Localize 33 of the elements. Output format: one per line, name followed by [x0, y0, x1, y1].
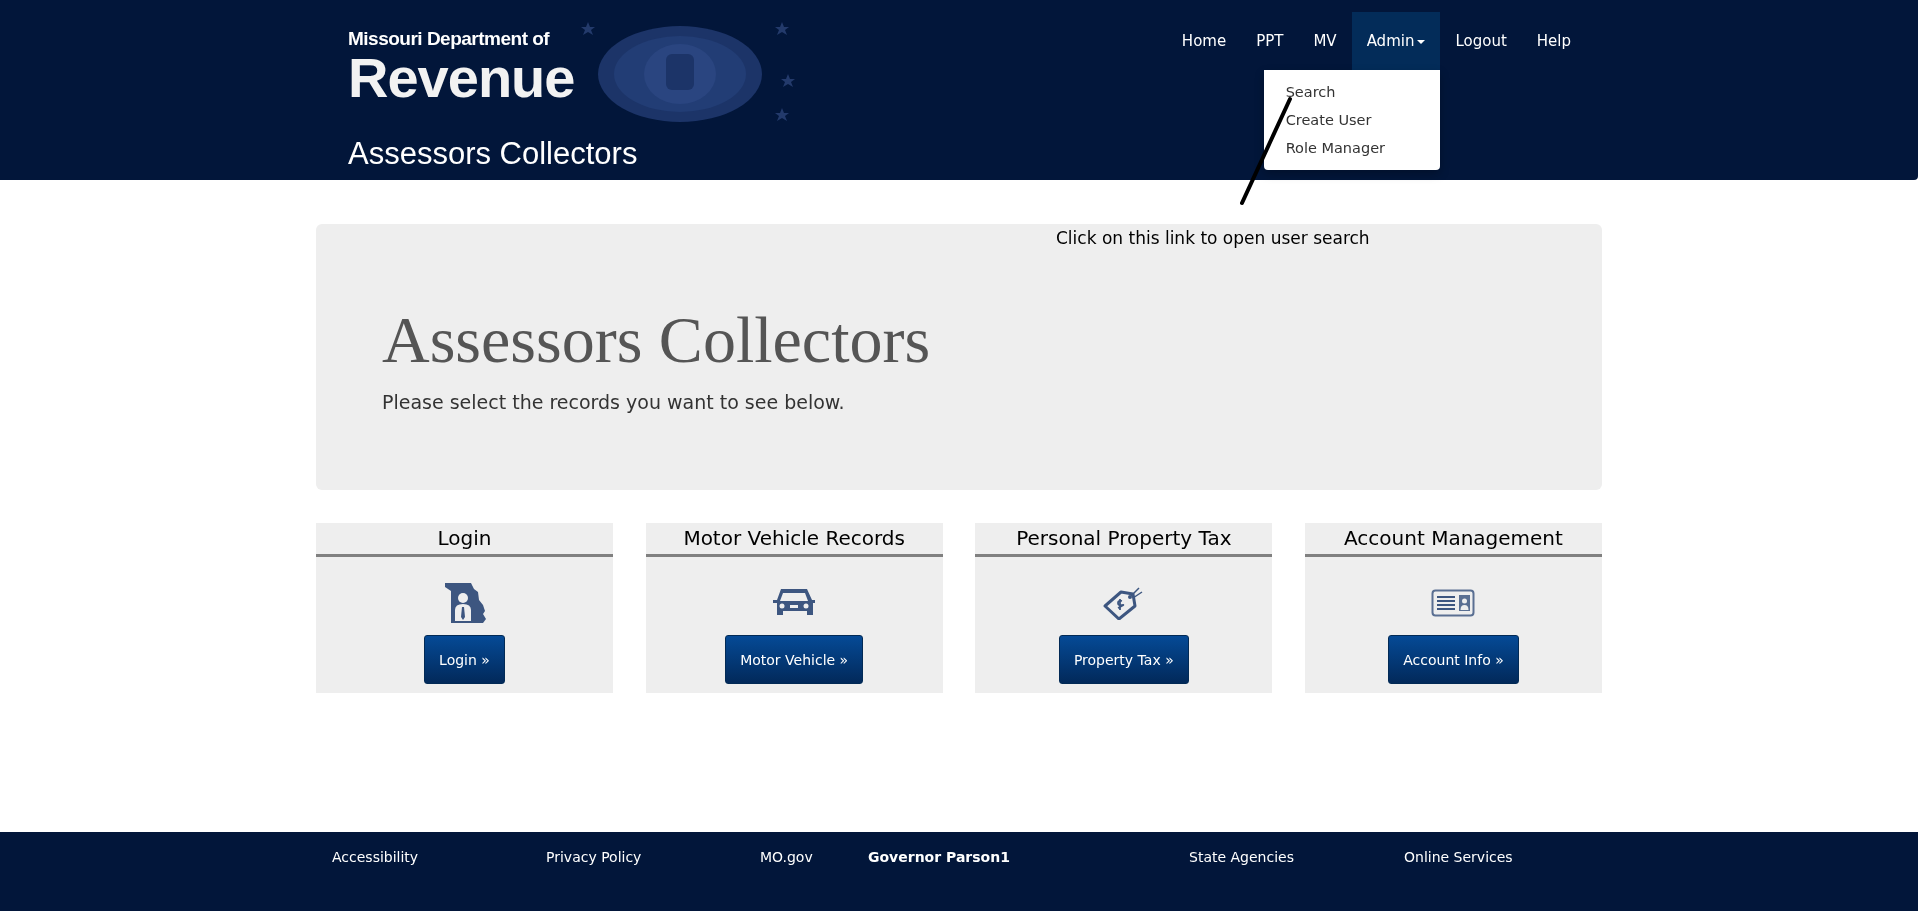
menu-item[interactable]: Role Manager	[1263, 134, 1441, 162]
card-button[interactable]: Motor Vehicle »	[725, 635, 864, 684]
nav-link[interactable]: Admin	[1351, 12, 1441, 70]
card-title: Login	[316, 523, 613, 557]
footer-link[interactable]: Privacy Policy	[546, 849, 760, 865]
card-title: Motor Vehicle Records	[645, 523, 943, 557]
id-card-icon	[1431, 589, 1476, 617]
state-person-icon	[442, 583, 487, 623]
footer-link[interactable]: State Agencies	[1189, 849, 1404, 865]
logo-text: Revenue	[348, 50, 576, 106]
card-title: Account Management	[1304, 523, 1602, 557]
footer-link[interactable]: MO.gov	[760, 849, 868, 865]
caret-icon	[1417, 40, 1426, 44]
card-button[interactable]: Login »	[424, 635, 505, 684]
card-button[interactable]: Property Tax »	[1058, 635, 1189, 684]
menu-item[interactable]: Create User	[1263, 106, 1441, 134]
logo-text: Missouri Department of	[348, 28, 551, 50]
hero-title: Assessors Collectors	[382, 304, 932, 377]
card-button[interactable]: Account Info »	[1388, 635, 1519, 684]
nav-link[interactable]: Logout	[1440, 12, 1522, 70]
footer-link[interactable]: Accessibility	[332, 849, 546, 865]
nav-link[interactable]: Help	[1521, 12, 1586, 70]
footer-link[interactable]: Governor Parson1	[868, 849, 1189, 865]
site-title: Assessors Collectors	[348, 136, 638, 172]
nav-link[interactable]: Home	[1166, 12, 1242, 70]
annotation-text: Click on this link to open user search	[1056, 228, 1370, 248]
nav-link[interactable]: PPT	[1241, 12, 1299, 70]
price-tag-icon	[1102, 586, 1145, 620]
menu-item[interactable]: Search	[1263, 78, 1441, 106]
nav-link[interactable]: MV	[1298, 12, 1352, 70]
card-title: Personal Property Tax	[975, 523, 1273, 557]
hero-subtitle: Please select the records you want to see below.	[382, 390, 846, 413]
footer-link[interactable]: Online Services	[1404, 849, 1602, 865]
